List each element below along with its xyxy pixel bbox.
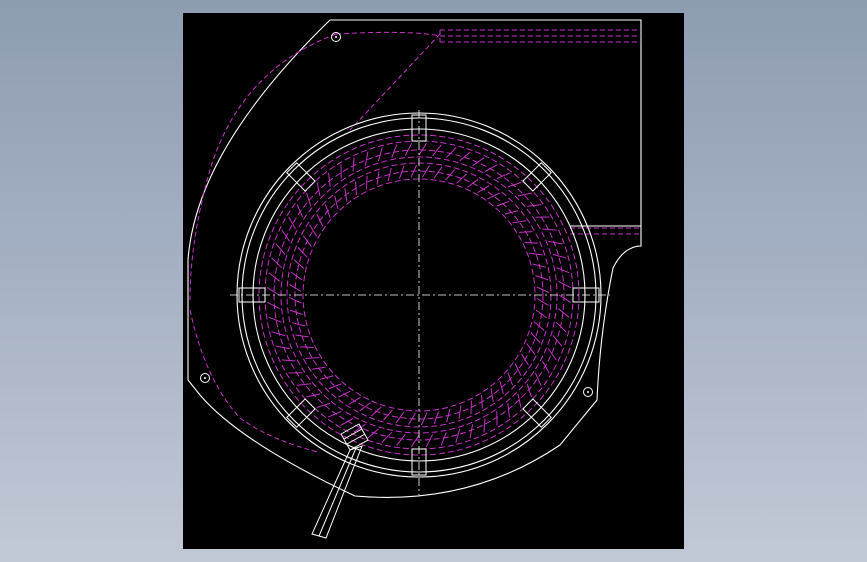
blade-tick [396, 433, 406, 446]
blade-tick [293, 259, 305, 269]
blade-tick [496, 200, 510, 207]
blade-tick [507, 372, 514, 386]
blade-tick [302, 235, 312, 247]
blade-tick [268, 316, 282, 323]
blade-tick [469, 424, 474, 439]
blade-tick [556, 267, 570, 274]
blade-tick [391, 144, 398, 158]
cad-viewport[interactable] [183, 13, 684, 549]
blade-tick [557, 308, 570, 318]
blade-tick [297, 247, 308, 258]
blade-tick [514, 363, 522, 376]
blade-tick [328, 410, 342, 418]
blade-tick [319, 375, 334, 380]
blade-tick [338, 390, 351, 398]
blade-tick [432, 144, 442, 157]
blade-tick [371, 406, 382, 417]
blade-tick [483, 418, 486, 433]
blade-tick [529, 252, 543, 256]
blade-tick [383, 409, 393, 421]
rib-slot [286, 162, 316, 192]
blade-tick [404, 142, 413, 156]
blade-tick [487, 192, 500, 200]
blade-tick [527, 204, 542, 207]
blade-tick [481, 394, 483, 409]
blade-tick [533, 321, 545, 331]
blade-tick [316, 214, 324, 227]
blade-tick [467, 178, 479, 188]
blade-tick [268, 272, 281, 282]
blade-tick [340, 418, 354, 426]
blade-tick [477, 185, 490, 194]
blade-tick [418, 142, 428, 156]
cad-drawing [187, 19, 642, 539]
blade-tick [296, 383, 311, 386]
blade-tick [296, 204, 304, 218]
blade-tick [316, 402, 331, 408]
blade-tick [281, 229, 291, 242]
blade-tick [305, 357, 320, 359]
blade-tick [328, 172, 331, 187]
blade-tick [271, 331, 286, 337]
blade-tick [552, 253, 567, 259]
blade-tick [366, 175, 368, 190]
blade-tick [410, 434, 420, 448]
blade-tick [299, 346, 314, 348]
blade-tick [355, 181, 357, 196]
blade-tick [558, 294, 572, 304]
blade-tick [530, 332, 541, 343]
blade-tick [558, 280, 572, 289]
blade-tick [359, 402, 371, 412]
blade-tick [324, 204, 331, 218]
blade-tick [425, 434, 434, 448]
blade-tick [456, 173, 467, 184]
blade-tick [470, 400, 472, 415]
blade-tick [552, 335, 563, 347]
rib-slot [522, 162, 552, 192]
blade-tick [518, 231, 533, 233]
rib-slot [522, 398, 552, 428]
blade-tick [507, 403, 510, 418]
blade-tick [328, 383, 342, 390]
blade-tick [512, 220, 526, 224]
blade-tick [281, 359, 296, 362]
blade-tick [334, 195, 339, 210]
blade-tick [352, 157, 355, 172]
blade-tick [288, 216, 296, 230]
blade-tick [440, 432, 447, 446]
blade-tick [526, 343, 536, 355]
blade-tick [275, 345, 290, 350]
blade-tick [548, 240, 563, 245]
rib-slot [286, 398, 316, 428]
blade-tick [455, 428, 461, 443]
blade-tick [377, 147, 383, 162]
blade-tick [484, 164, 498, 172]
blade-tick [504, 210, 519, 215]
blade-tick [316, 182, 321, 197]
outlet-duct-hidden [189, 29, 641, 453]
blade-tick [542, 228, 557, 231]
blade-tick [364, 151, 369, 166]
blade-tick [499, 380, 504, 395]
blade-tick [271, 257, 283, 269]
blade-tick [266, 301, 280, 310]
blade-tick [542, 360, 550, 374]
blade-tick [266, 286, 280, 296]
blade-tick [524, 242, 539, 244]
blade-tick [445, 169, 455, 181]
housing-outline [187, 19, 642, 498]
